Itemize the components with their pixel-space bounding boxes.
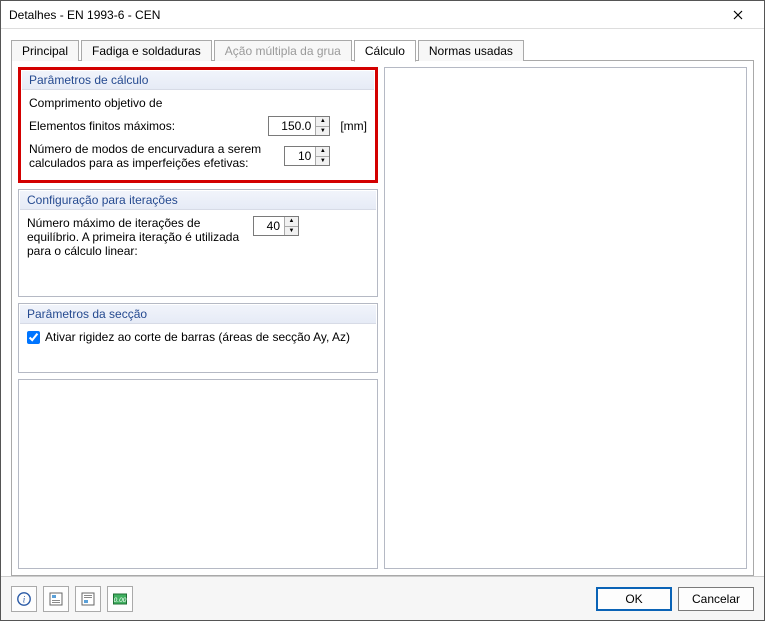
toolbar-button-1[interactable] xyxy=(43,586,69,612)
units-button[interactable]: 0.00 xyxy=(107,586,133,612)
unit-mm: [mm] xyxy=(340,119,367,133)
left-column: Parâmetros de cálculo Comprimento objeti… xyxy=(18,67,378,569)
spinner-iteracoes[interactable]: ▲ ▼ xyxy=(253,216,299,236)
group-title-seccao: Parâmetros da secção xyxy=(20,305,376,324)
spinner-modos[interactable]: ▲ ▼ xyxy=(284,146,330,166)
window-title: Detalhes - EN 1993-6 - CEN xyxy=(9,8,718,22)
input-iteracoes[interactable] xyxy=(254,217,284,235)
tab-calculo[interactable]: Cálculo xyxy=(354,40,416,62)
empty-panel-left xyxy=(18,379,378,569)
ok-button[interactable]: OK xyxy=(596,587,672,611)
close-button[interactable] xyxy=(718,2,758,28)
group-iteracoes: Configuração para iterações Número máxim… xyxy=(18,189,378,297)
label-rigidez-corte: Ativar rigidez ao corte de barras (áreas… xyxy=(45,330,350,344)
help-button[interactable]: i xyxy=(11,586,37,612)
toolbar-button-2[interactable] xyxy=(75,586,101,612)
tabstrip: Principal Fadiga e soldaduras Ação múlti… xyxy=(11,39,754,61)
label-modos-encurvadura: Número de modos de encurvadura a serem c… xyxy=(29,142,278,170)
checkbox-rigidez-corte[interactable] xyxy=(27,331,40,344)
spin-down-icon[interactable]: ▼ xyxy=(316,157,329,166)
dialog-content: Principal Fadiga e soldaduras Ação múlti… xyxy=(1,29,764,576)
tabpage-calculo: Parâmetros de cálculo Comprimento objeti… xyxy=(11,60,754,576)
dialog-window: Detalhes - EN 1993-6 - CEN Principal Fad… xyxy=(0,0,765,621)
spin-up-icon[interactable]: ▲ xyxy=(316,117,329,127)
tab-fadiga[interactable]: Fadiga e soldaduras xyxy=(81,40,212,61)
spinner-elementos-finitos[interactable]: ▲ ▼ xyxy=(268,116,330,136)
titlebar: Detalhes - EN 1993-6 - CEN xyxy=(1,1,764,29)
svg-text:0.00: 0.00 xyxy=(114,597,127,604)
dialog-footer: i 0.00 OK Cancelar xyxy=(1,576,764,620)
spin-up-icon[interactable]: ▲ xyxy=(285,217,298,227)
label-comprimento: Comprimento objetivo de xyxy=(29,96,367,110)
cancel-button[interactable]: Cancelar xyxy=(678,587,754,611)
label-elementos-finitos: Elementos finitos máximos: xyxy=(29,119,262,133)
group-title-iter: Configuração para iterações xyxy=(20,191,376,210)
empty-panel-right xyxy=(384,67,747,569)
tab-acao-multipla: Ação múltipla da grua xyxy=(214,40,352,61)
group-parametros-calculo: Parâmetros de cálculo Comprimento objeti… xyxy=(18,67,378,183)
input-modos[interactable] xyxy=(285,147,315,165)
svg-text:i: i xyxy=(23,594,26,604)
input-elementos-finitos[interactable] xyxy=(269,117,315,135)
spin-up-icon[interactable]: ▲ xyxy=(316,147,329,157)
tab-principal[interactable]: Principal xyxy=(11,40,79,61)
label-iteracoes: Número máximo de iterações de equilíbrio… xyxy=(27,216,247,258)
tab-normas[interactable]: Normas usadas xyxy=(418,40,524,61)
group-seccao: Parâmetros da secção Ativar rigidez ao c… xyxy=(18,303,378,373)
spin-down-icon[interactable]: ▼ xyxy=(316,127,329,136)
group-title-calc: Parâmetros de cálculo xyxy=(22,71,374,90)
spin-down-icon[interactable]: ▼ xyxy=(285,227,298,236)
